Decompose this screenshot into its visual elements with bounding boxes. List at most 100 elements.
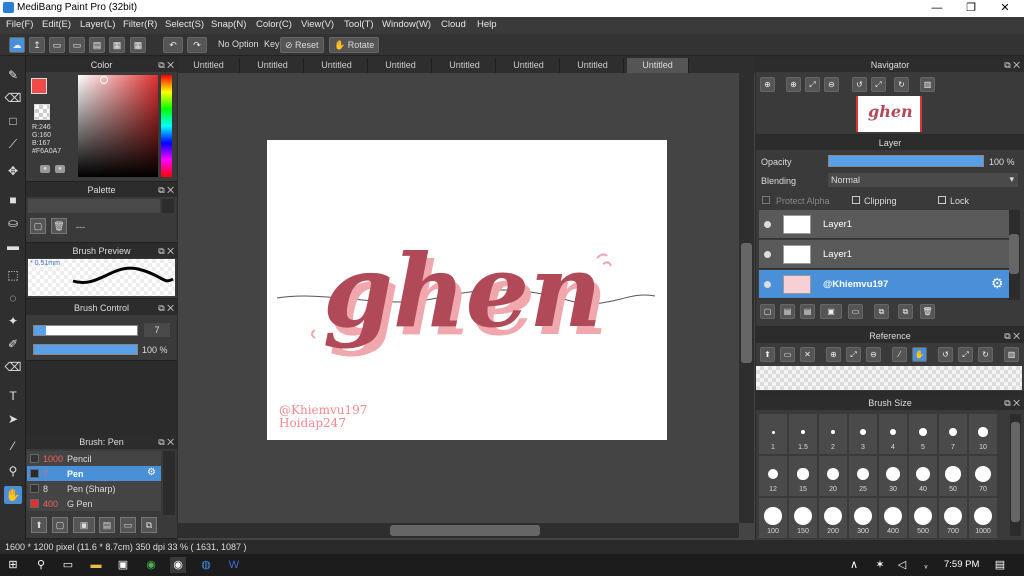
notification-icon[interactable]: ▤ [992, 557, 1008, 573]
palette-close-icon[interactable]: ⧉ ✕ [158, 183, 174, 197]
hue-slider[interactable] [161, 75, 172, 177]
transparent-swatch[interactable] [34, 104, 50, 120]
reference-zoom-in-icon[interactable]: ⊕ [826, 347, 841, 362]
tab-untitled-3[interactable]: Untitled [306, 58, 368, 73]
comment-icon[interactable]: ▭ [49, 37, 65, 53]
cloud-icon[interactable]: ☁ [9, 37, 25, 53]
brush-item-g-pen[interactable]: 400 G Pen [27, 496, 161, 511]
store-icon[interactable]: ▣ [115, 557, 131, 573]
brush-item-pencil[interactable]: 1000 Pencil [27, 451, 161, 466]
color-mode-icon[interactable]: ● [55, 165, 65, 173]
dot-pen-icon[interactable]: ⟋ [4, 135, 22, 153]
palette-scroll[interactable] [162, 199, 174, 213]
brush-size-option[interactable]: 20 [819, 456, 847, 496]
brush-size-option[interactable]: 3 [849, 414, 877, 454]
medibang-icon[interactable]: ◉ [170, 557, 186, 573]
page-icon[interactable]: ▤ [89, 37, 105, 53]
rectangle-select-icon[interactable]: □ [4, 112, 22, 130]
brush-size-scrollbar[interactable] [1010, 414, 1021, 536]
keyboard-icon[interactable]: ᵥ [918, 557, 934, 573]
brush-size-option[interactable]: 4 [879, 414, 907, 454]
brush-item-pen[interactable]: 7 Pen ⚙ [27, 466, 161, 481]
brush-size-option[interactable]: 5 [909, 414, 937, 454]
new-palette-icon[interactable]: ▢ [30, 218, 46, 234]
select-tool-icon[interactable]: ⬚ [4, 266, 22, 284]
hand-tool-icon[interactable]: ✋ [4, 486, 22, 504]
menu-help[interactable]: Help [477, 19, 497, 30]
chrome-icon[interactable]: ◉ [143, 557, 159, 573]
brush-size-option[interactable]: 100 [759, 498, 787, 538]
brush-preview-close-icon[interactable]: ⧉ ✕ [158, 244, 174, 258]
layer-menu-icon[interactable]: ▣ [820, 304, 842, 319]
zalo-icon[interactable]: ◍ [198, 557, 214, 573]
brush-size-option[interactable]: 30 [879, 456, 907, 496]
brush-size-option[interactable]: 400 [879, 498, 907, 538]
protect-alpha-checkbox[interactable] [762, 196, 770, 204]
zoom-in-icon[interactable]: ⊕ [760, 77, 775, 92]
menu-layer[interactable]: Layer(L) [80, 19, 115, 30]
layer-list-scrollbar[interactable] [1008, 210, 1020, 300]
menu-tool[interactable]: Tool(T) [344, 19, 374, 30]
reference-close-icon[interactable]: ⧉ ✕ [1004, 329, 1020, 343]
brush-list-close-icon[interactable]: ⧉ ✕ [158, 435, 174, 449]
tab-untitled-2[interactable]: Untitled [242, 58, 304, 73]
brush-size-option[interactable]: 700 [939, 498, 967, 538]
vertical-scrollbar[interactable] [739, 73, 754, 523]
drawing-canvas[interactable]: ghen ghen @Khiemvu197 Hoidap247 [267, 140, 667, 440]
horizontal-scrollbar[interactable] [178, 523, 739, 538]
new-8bit-layer-icon[interactable]: ▤ [800, 304, 815, 319]
text-tool-icon[interactable]: T [4, 387, 22, 405]
merge-layer-icon[interactable]: ⧉ [898, 304, 913, 319]
eraser-tool-icon[interactable]: ⌫ [4, 89, 22, 107]
menu-file[interactable]: File(F) [6, 19, 33, 30]
pen-tool-icon[interactable]: ✎ [4, 66, 22, 84]
menu-cloud[interactable]: Cloud [441, 19, 466, 30]
restore-button[interactable]: ❐ [954, 0, 988, 17]
layer-row[interactable]: Layer1 [759, 210, 1009, 239]
network-icon[interactable]: ✶ [872, 557, 888, 573]
brush-control-close-icon[interactable]: ⧉ ✕ [158, 301, 174, 315]
visibility-icon[interactable] [764, 251, 771, 258]
rotate-button[interactable]: ✋ Rotate [329, 37, 380, 53]
layer-opacity-slider[interactable] [828, 155, 984, 167]
delete-palette-icon[interactable]: 🗑 [51, 218, 67, 234]
brush-size-option[interactable]: 15 [789, 456, 817, 496]
chevron-up-icon[interactable]: ∧ [846, 557, 862, 573]
blending-select[interactable]: Normal ▾ [828, 173, 1018, 187]
undo-icon[interactable]: ↶ [163, 37, 183, 53]
new-halftone-layer-icon[interactable]: ▤ [780, 304, 795, 319]
zoom-out-icon[interactable]: ⊖ [824, 77, 839, 92]
reference-close-image-icon[interactable]: ✕ [800, 347, 815, 362]
flip-icon[interactable]: ⤢ [871, 77, 886, 92]
reference-import-icon[interactable]: ⬆ [760, 347, 775, 362]
brush-size-option[interactable]: 500 [909, 498, 937, 538]
new-layer-icon[interactable]: ▢ [760, 304, 775, 319]
vertical-scroll-thumb[interactable] [741, 243, 752, 363]
gradient-tool-icon[interactable]: ▬ [4, 237, 22, 255]
brush-size-option[interactable]: 25 [849, 456, 877, 496]
navigator-close-icon[interactable]: ⧉ ✕ [1004, 58, 1020, 72]
brush-size-slider[interactable] [33, 325, 138, 336]
reference-fit-icon[interactable]: ⤢ [846, 347, 861, 362]
brush-opacity-slider[interactable] [33, 344, 138, 355]
magic-wand-icon[interactable]: ✦ [4, 312, 22, 330]
fill-rect-icon[interactable]: ■ [4, 191, 22, 209]
foreground-color-swatch[interactable] [31, 78, 47, 94]
menu-select[interactable]: Select(S) [165, 19, 204, 30]
palette-dropdown[interactable] [28, 199, 160, 213]
tiles-icon[interactable]: ▦ [130, 37, 146, 53]
add-brush-icon[interactable]: ⬆ [31, 517, 47, 533]
menu-color[interactable]: Color(C) [256, 19, 292, 30]
menu-edit[interactable]: Edit(E) [42, 19, 71, 30]
brush-properties-icon[interactable]: ▤ [99, 517, 115, 533]
lasso-tool-icon[interactable]: ◌ [4, 289, 22, 307]
brush-folder-icon[interactable]: ▭ [120, 517, 136, 533]
move-tool-icon[interactable]: ✥ [4, 162, 22, 180]
brush-size-option[interactable]: 70 [969, 456, 997, 496]
brush-size-close-icon[interactable]: ⧉ ✕ [1004, 396, 1020, 410]
reference-zoom-out-icon[interactable]: ⊖ [866, 347, 881, 362]
brush-size-option[interactable]: 150 [789, 498, 817, 538]
close-button[interactable]: ✕ [988, 0, 1022, 17]
brush-size-option[interactable]: 200 [819, 498, 847, 538]
grid-icon[interactable]: ▦ [109, 37, 125, 53]
